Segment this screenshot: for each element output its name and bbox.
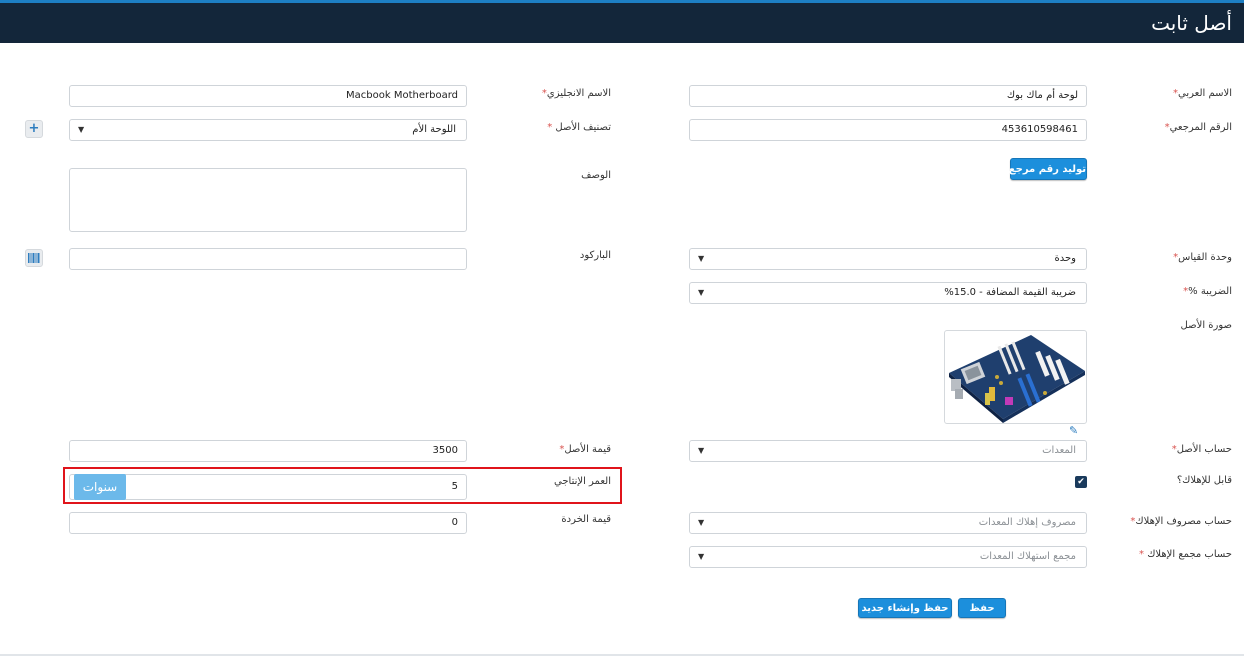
- arabic-name-label: الاسم العربي*: [1173, 88, 1232, 99]
- add-category-button[interactable]: +: [25, 120, 43, 138]
- caret-down-icon: ▼: [78, 125, 85, 134]
- tax-select[interactable]: ▼ ضريبة القيمة المضافة - 15.0%: [689, 282, 1087, 304]
- depreciable-label: قابل للإهلاك؟: [1176, 475, 1232, 486]
- depreciation-expense-account-label: حساب مصروف الإهلاك*: [1130, 516, 1232, 527]
- asset-image[interactable]: [944, 330, 1087, 424]
- depreciation-expense-account-select[interactable]: ▼ مصروف إهلاك المعدات: [689, 512, 1087, 534]
- caret-down-icon: ▼: [698, 288, 705, 297]
- caret-down-icon: ▼: [698, 518, 705, 527]
- pencil-icon[interactable]: ✎: [1069, 424, 1078, 437]
- highlight-box: [63, 467, 622, 504]
- asset-image-label: صورة الأصل: [1180, 320, 1232, 331]
- barcode-input[interactable]: [69, 248, 467, 270]
- asset-category-label: تصنيف الأصل *: [547, 122, 611, 133]
- asset-form-page: أصل ثابت الاسم العربي* لوحة أم ماك بوك ا…: [0, 0, 1244, 656]
- caret-down-icon: ▼: [698, 446, 705, 455]
- save-button[interactable]: حفظ: [958, 598, 1006, 618]
- asset-value-input[interactable]: 3500: [69, 440, 467, 462]
- accumulated-depreciation-account-label: حساب مجمع الإهلاك *: [1139, 549, 1232, 560]
- asset-account-label: حساب الأصل*: [1171, 444, 1232, 455]
- depreciable-checkbox[interactable]: ✔: [1075, 476, 1087, 488]
- page-header: أصل ثابت: [0, 3, 1244, 43]
- english-name-label: الاسم الانجليزي*: [541, 88, 611, 99]
- barcode-label: الباركود: [579, 250, 611, 261]
- caret-down-icon: ▼: [698, 552, 705, 561]
- unit-select[interactable]: ▼ وحدة: [689, 248, 1087, 270]
- description-textarea[interactable]: [69, 168, 467, 232]
- scrap-value-label: قيمة الخردة: [561, 514, 611, 525]
- asset-value-label: قيمة الأصل*: [559, 444, 611, 455]
- barcode-icon[interactable]: [25, 249, 43, 267]
- unit-label: وحدة القياس*: [1173, 252, 1232, 263]
- caret-down-icon: ▼: [698, 254, 705, 263]
- english-name-input[interactable]: Macbook Motherboard: [69, 85, 467, 107]
- scrap-value-input[interactable]: 0: [69, 512, 467, 534]
- reference-no-input[interactable]: 453610598461: [689, 119, 1087, 141]
- asset-account-select[interactable]: ▼ المعدات: [689, 440, 1087, 462]
- arabic-name-input[interactable]: لوحة أم ماك بوك: [689, 85, 1087, 107]
- page-title: أصل ثابت: [1151, 11, 1232, 35]
- generate-reference-button[interactable]: توليد رقم مرجع: [1009, 158, 1087, 180]
- accumulated-depreciation-account-select[interactable]: ▼ مجمع استهلاك المعدات: [689, 546, 1087, 568]
- description-label: الوصف: [581, 170, 611, 181]
- reference-no-label: الرقم المرجعي*: [1164, 122, 1232, 133]
- asset-category-select[interactable]: ▼ اللوحة الأم: [69, 119, 467, 141]
- save-and-new-button[interactable]: حفظ وإنشاء جديد: [858, 598, 952, 618]
- tax-label: الضريبة %*: [1183, 286, 1232, 297]
